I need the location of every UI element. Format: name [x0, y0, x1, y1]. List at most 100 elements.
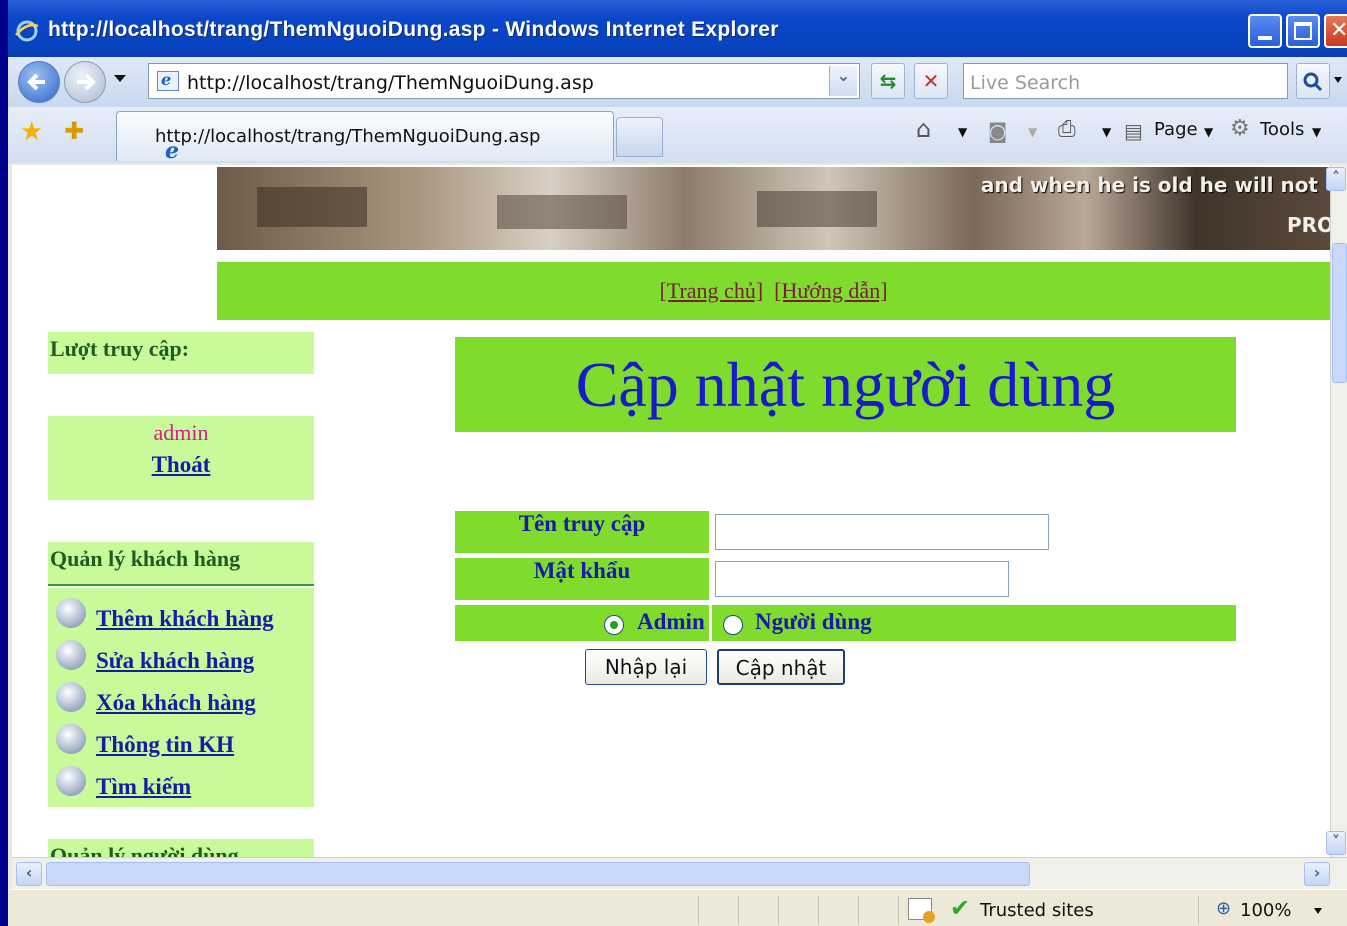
title-bar: http://localhost/trang/ThemNguoiDung.asp… — [8, 0, 1347, 62]
users-heading: Quản lý người dùng — [50, 843, 239, 857]
address-dropdown-icon[interactable]: ⌄ — [829, 66, 857, 96]
bullet-orb-icon — [56, 640, 86, 670]
search-input[interactable]: Live Search — [963, 63, 1288, 99]
address-text: http://localhost/trang/ThemNguoiDung.asp — [187, 72, 594, 94]
banner-caption: and when he is old he will not — [980, 173, 1318, 197]
banner-desk — [257, 187, 367, 227]
page-dropdown-icon[interactable]: ▼ — [1204, 125, 1213, 139]
status-divider — [818, 896, 819, 924]
close-icon: ✕ — [1330, 18, 1347, 43]
browser-window: http://localhost/trang/ThemNguoiDung.asp… — [8, 0, 1347, 926]
scroll-left-icon[interactable]: ‹ — [16, 862, 42, 886]
customers-heading: Quản lý khách hàng — [50, 546, 241, 571]
home-dropdown-icon[interactable]: ▼ — [958, 125, 967, 139]
history-dropdown-icon[interactable] — [114, 75, 126, 82]
address-bar[interactable]: e http://localhost/trang/ThemNguoiDung.a… — [148, 63, 860, 99]
new-tab-button[interactable] — [616, 117, 663, 157]
security-zone[interactable]: Trusted sites — [980, 900, 1094, 921]
home-link[interactable]: [Trang chủ] — [659, 278, 763, 303]
navigation-bar: e http://localhost/trang/ThemNguoiDung.a… — [8, 57, 1347, 107]
role-user-label: Người dùng — [755, 609, 872, 634]
banner-image: and when he is old he will not PRO — [217, 167, 1330, 250]
zoom-dropdown-icon[interactable] — [1314, 908, 1322, 914]
tab-current[interactable]: e http://localhost/trang/ThemNguoiDung.a… — [116, 111, 614, 164]
bullet-orb-icon — [56, 766, 86, 796]
role-admin-label: Admin — [637, 609, 705, 634]
zoom-level[interactable]: 100% — [1240, 900, 1291, 921]
username-label: Tên truy cập — [518, 511, 646, 536]
print-icon[interactable]: ⎙ — [1058, 117, 1076, 142]
checkmark-icon: ✔ — [950, 894, 971, 922]
password-label: Mật khẩu — [533, 558, 631, 583]
page-title: Cập nhật người dùng — [455, 337, 1236, 432]
back-button[interactable] — [18, 61, 60, 103]
username-field[interactable] — [715, 514, 1049, 550]
customers-menu: Thêm khách hàng Sửa khách hàng Xóa khách… — [48, 588, 314, 807]
favorites-star-icon[interactable]: ★ — [20, 117, 43, 147]
page-menu[interactable]: Page — [1154, 119, 1198, 140]
zoom-icon: ⊕ — [1216, 898, 1232, 919]
gear-icon: ⚙ — [1230, 116, 1250, 141]
edit-customer-link[interactable]: Sửa khách hàng — [96, 648, 254, 674]
help-link[interactable]: [Hướng dẫn] — [774, 278, 887, 303]
list-item: Tìm kiếm — [48, 766, 314, 808]
horizontal-scrollbar[interactable]: ‹ › — [12, 857, 1347, 889]
stop-button[interactable]: ✕ — [914, 63, 948, 99]
vertical-scroll-thumb[interactable] — [1332, 243, 1347, 383]
role-admin-radio[interactable] — [604, 615, 624, 635]
reset-button[interactable]: Nhập lại — [585, 649, 707, 685]
print-dropdown-icon[interactable]: ▼ — [1102, 125, 1111, 139]
banner-desk — [497, 195, 627, 229]
protected-mode-icon — [908, 898, 935, 923]
customer-info-link[interactable]: Thông tin KH — [96, 732, 234, 758]
refresh-icon: ⇆ — [879, 69, 897, 93]
minimize-button[interactable] — [1248, 14, 1282, 48]
tools-menu[interactable]: Tools — [1260, 119, 1304, 140]
scroll-up-icon[interactable]: ˄ — [1326, 167, 1346, 191]
list-item: Thông tin KH — [48, 724, 314, 766]
page-menu-icon: ▤ — [1124, 119, 1143, 143]
role-user-radio[interactable] — [723, 615, 743, 635]
forward-button[interactable] — [64, 61, 106, 103]
status-divider — [898, 896, 899, 924]
ie-logo-icon — [15, 20, 39, 42]
submit-button[interactable]: Cập nhật — [717, 649, 845, 685]
top-menu: [Trang chủ] [Hướng dẫn] — [217, 262, 1330, 320]
visits-box: Lượt truy cập: — [48, 332, 314, 374]
feeds-icon[interactable]: ◙ — [988, 119, 1007, 143]
add-favorite-icon[interactable]: ✚ — [64, 117, 84, 145]
status-divider — [738, 896, 739, 924]
username-row: Tên truy cập — [455, 511, 709, 553]
maximize-button[interactable] — [1286, 14, 1320, 48]
vertical-scrollbar[interactable]: ˄ ˅ — [1326, 165, 1347, 857]
role-divider — [709, 605, 712, 641]
feeds-dropdown-icon: ▼ — [1028, 125, 1038, 139]
tools-dropdown-icon[interactable]: ▼ — [1312, 125, 1321, 139]
refresh-button[interactable]: ⇆ — [871, 63, 905, 99]
scroll-down-icon[interactable]: ˅ — [1326, 831, 1346, 855]
home-icon[interactable]: ⌂ — [916, 115, 931, 143]
tab-ie-icon: e — [165, 138, 179, 164]
password-field[interactable] — [715, 561, 1009, 597]
customers-heading-box: Quản lý khách hàng — [48, 542, 314, 586]
search-button[interactable] — [1296, 63, 1330, 99]
maximize-icon — [1294, 22, 1312, 40]
close-button[interactable]: ✕ — [1324, 14, 1347, 48]
search-options-icon[interactable] — [1334, 77, 1342, 83]
users-heading-box: Quản lý người dùng — [48, 839, 314, 857]
list-item: Sửa khách hàng — [48, 640, 314, 682]
scroll-right-icon[interactable]: › — [1304, 862, 1330, 886]
status-bar: ✔ Trusted sites ⊕ 100% — [12, 889, 1347, 926]
search-customer-link[interactable]: Tìm kiếm — [96, 774, 191, 800]
add-customer-link[interactable]: Thêm khách hàng — [96, 606, 274, 632]
bullet-orb-icon — [56, 724, 86, 754]
banner-desk — [757, 191, 877, 227]
status-divider — [1198, 896, 1199, 924]
tab-label: http://localhost/trang/ThemNguoiDung.asp — [155, 126, 541, 147]
status-divider — [698, 896, 699, 924]
logout-link[interactable]: Thoát — [48, 446, 314, 478]
search-icon — [1303, 72, 1323, 92]
horizontal-scroll-thumb[interactable] — [46, 862, 1030, 886]
window-title: http://localhost/trang/ThemNguoiDung.asp… — [48, 18, 779, 41]
delete-customer-link[interactable]: Xóa khách hàng — [96, 690, 256, 716]
